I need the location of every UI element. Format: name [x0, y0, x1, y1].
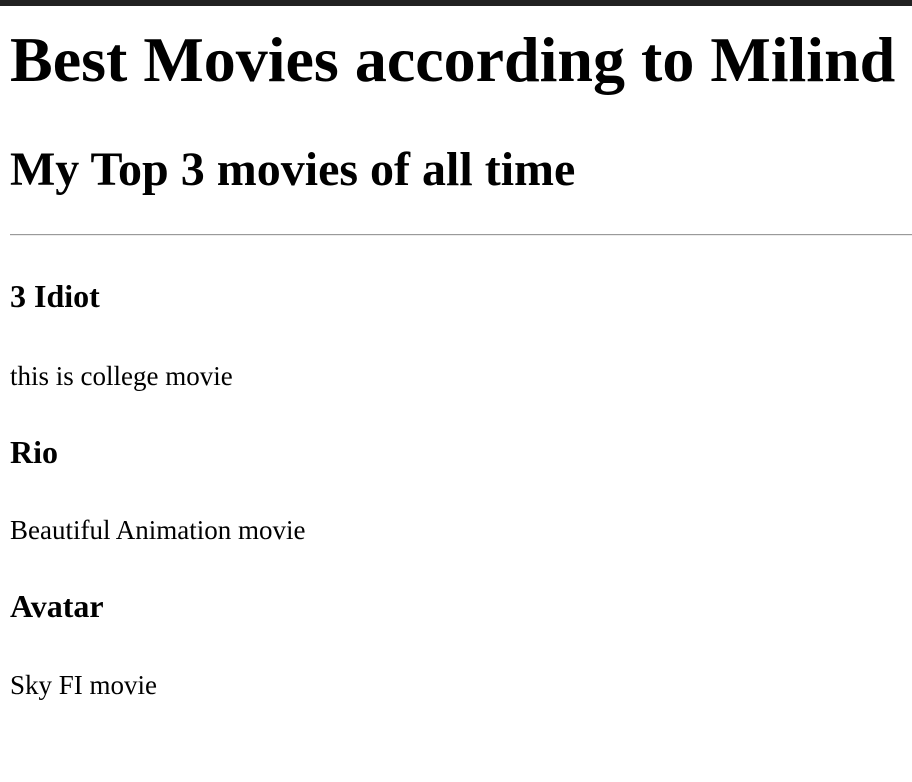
movie-title-avatar: Avatar — [10, 588, 104, 624]
movie-title-rio: Rio — [10, 434, 58, 470]
browser-top-bar — [0, 0, 912, 6]
movie-title-3-idiot: 3 Idiot — [10, 278, 100, 314]
movie-description-avatar: Sky FI movie — [10, 670, 158, 700]
page-title: Best Movies according to Milind — [10, 24, 896, 95]
page-subtitle: My Top 3 movies of all time — [10, 143, 576, 196]
movie-description-rio: Beautiful Animation movie — [10, 515, 306, 545]
section-divider — [10, 234, 912, 236]
movie-description-3-idiot: this is college movie — [10, 361, 233, 391]
